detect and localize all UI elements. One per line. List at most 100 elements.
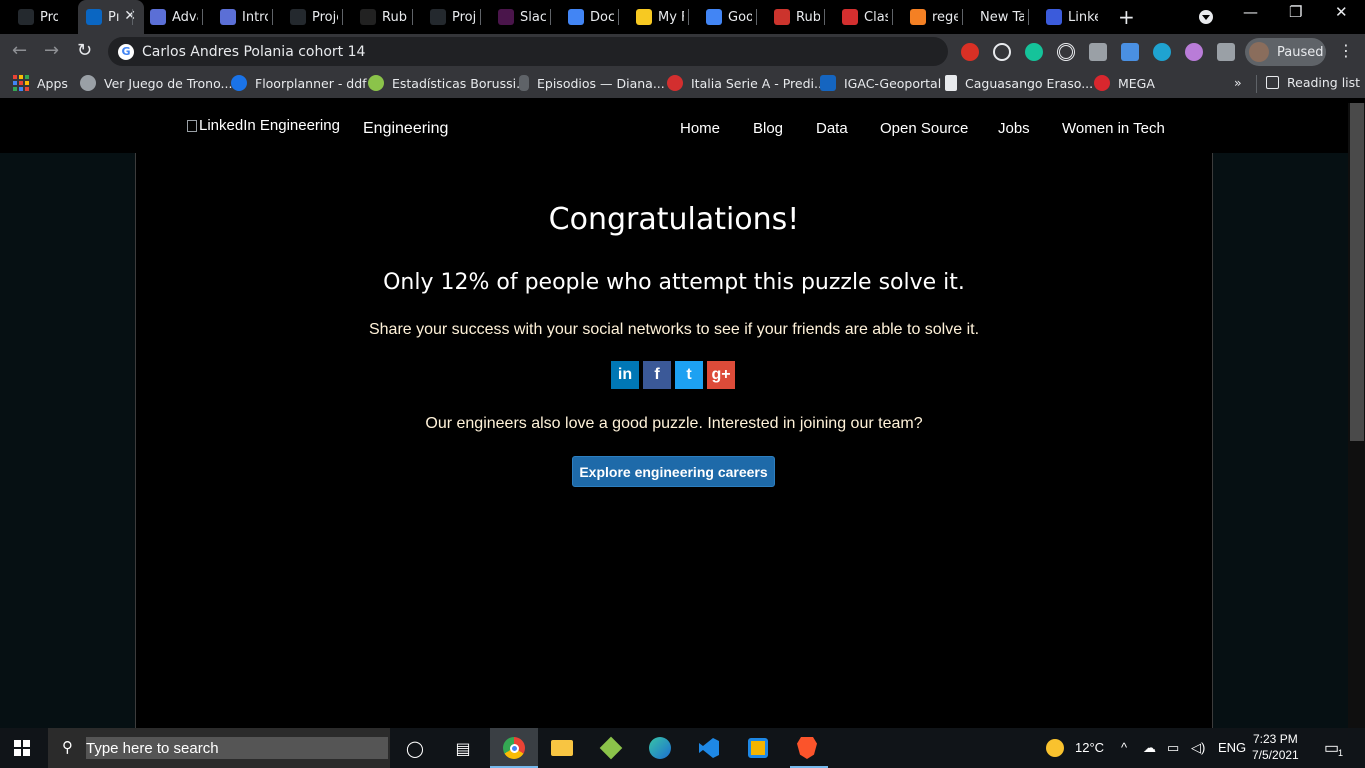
bookmark-item[interactable]: Floorplanner - ddf [231, 75, 367, 91]
tab-15[interactable]: Linke [1030, 0, 1098, 34]
windows-start-icon[interactable] [14, 740, 30, 756]
googleplus-share-icon[interactable]: g+ [707, 361, 735, 389]
bookmark-label: Floorplanner - ddf [255, 75, 367, 91]
reading-list-button[interactable]: Reading list [1266, 75, 1360, 90]
puzzle-extensions-icon[interactable] [1217, 43, 1235, 61]
weather-icon[interactable] [1043, 736, 1067, 760]
bookmark-item[interactable]: Italia Serie A - Predi... [667, 75, 826, 91]
tab-label: My Fi [658, 9, 684, 25]
nav-jobs[interactable]: Jobs [998, 120, 1030, 137]
site-navbar: LinkedIn Engineering Engineering Home Bl… [0, 103, 1348, 153]
tab-2[interactable]: Adva [134, 0, 198, 34]
bookmark-item[interactable]: Estadísticas Borussi... [368, 75, 528, 91]
task-view-icon[interactable]: ▤ [451, 736, 475, 760]
nav-data[interactable]: Data [816, 120, 848, 137]
search-input[interactable]: Type here to search [86, 737, 388, 759]
share-text: Share your success with your social netw… [368, 321, 980, 338]
tab-separator [962, 9, 963, 25]
web-page: LinkedIn Engineering Engineering Home Bl… [0, 103, 1348, 728]
trello-icon [220, 9, 236, 25]
eyes-extension-icon[interactable] [1185, 43, 1203, 61]
tab-14[interactable]: New Tab [964, 0, 1024, 34]
weather-temp[interactable]: 12°C [1075, 740, 1104, 755]
site-brand[interactable]: Engineering [363, 120, 448, 138]
tab-label: Proje [452, 9, 476, 25]
minimize-icon[interactable]: — [1243, 3, 1258, 21]
twitter-share-icon[interactable]: t [675, 361, 703, 389]
onedrive-icon[interactable]: ☁ [1143, 740, 1156, 756]
tab-11[interactable]: Ruby [758, 0, 820, 34]
address-bar[interactable]: G Carlos Andres Polania cohort 14 [108, 37, 948, 66]
battery-icon[interactable]: ▭ [1167, 740, 1179, 756]
menu-icon[interactable]: ⋮ [1338, 41, 1354, 60]
cortana-icon[interactable]: ◯ [403, 736, 427, 760]
trello-icon [150, 9, 166, 25]
tab-3[interactable]: Intro [204, 0, 268, 34]
linkedin-share-icon[interactable]: in [611, 361, 639, 389]
tab-label: Goog [728, 9, 752, 25]
tab-10[interactable]: Goog [690, 0, 752, 34]
back-icon[interactable]: ← [12, 40, 27, 61]
grammarly-icon[interactable] [1025, 43, 1043, 61]
tab-4[interactable]: Proje [274, 0, 338, 34]
chevron-up-icon[interactable]: ^ [1121, 740, 1127, 755]
tab-13[interactable]: rege [894, 0, 958, 34]
forward-icon[interactable]: → [44, 40, 59, 61]
taskbar-search[interactable]: ⚲ Type here to search [48, 728, 390, 768]
tab-12[interactable]: Class [826, 0, 888, 34]
tab-7[interactable]: Slack [482, 0, 546, 34]
tab-9[interactable]: My Fi [620, 0, 684, 34]
notifications-icon[interactable]: ▭ [1324, 738, 1339, 758]
nav-blog[interactable]: Blog [753, 120, 783, 137]
bookmark-item[interactable]: Ver Juego de Trono... [80, 75, 232, 91]
tab-separator [756, 9, 757, 25]
bookmark-apps[interactable]: Apps [13, 75, 68, 91]
copy-extension-icon[interactable] [1089, 43, 1107, 61]
bank-extension-icon[interactable] [1121, 43, 1139, 61]
profile-button[interactable]: Paused [1245, 38, 1326, 66]
vpn-extension-icon[interactable] [1153, 43, 1171, 61]
bookmark-item[interactable]: Episodios — Diana... [519, 75, 665, 91]
tab-0[interactable]: Proje [2, 0, 58, 34]
bookmark-item[interactable]: IGAC-Geoportal [820, 75, 941, 91]
nav-open-source[interactable]: Open Source [880, 120, 968, 137]
scrollbar-thumb[interactable] [1350, 103, 1364, 441]
file-explorer-icon[interactable] [550, 736, 574, 760]
git-kraken-icon[interactable] [599, 736, 623, 760]
document-icon [945, 75, 957, 91]
nav-women-in-tech[interactable]: Women in Tech [1062, 120, 1165, 137]
tab-6[interactable]: Proje [414, 0, 476, 34]
new-tab-icon[interactable]: + [1118, 5, 1135, 29]
tab-search-icon[interactable] [1199, 10, 1213, 24]
bookmarks-overflow[interactable]: » [1234, 75, 1242, 90]
react-devtools-icon[interactable] [993, 43, 1011, 61]
target-extension-icon[interactable] [1057, 43, 1075, 61]
volume-icon[interactable]: ◁) [1191, 740, 1205, 756]
nav-home[interactable]: Home [680, 120, 720, 137]
site-logo[interactable]: LinkedIn Engineering [187, 117, 340, 134]
success-rate-text: Only 12% of people who attempt this puzz… [383, 270, 965, 295]
tab-label: Pı [108, 9, 120, 25]
window-close-icon[interactable]: ✕ [1335, 3, 1348, 21]
virtualbox-icon[interactable] [746, 736, 770, 760]
miro-icon [636, 9, 652, 25]
bookmark-item[interactable]: Caguasango Eraso... [945, 75, 1093, 91]
edge-icon[interactable] [648, 736, 672, 760]
bookmark-item[interactable]: MEGA [1094, 75, 1155, 91]
adblock-extension-icon[interactable] [961, 43, 979, 61]
language-indicator[interactable]: ENG [1218, 740, 1246, 755]
vscode-icon[interactable] [697, 736, 721, 760]
clock[interactable]: 7:23 PM 7/5/2021 [1252, 731, 1299, 763]
restore-icon[interactable]: ❐ [1289, 3, 1302, 21]
clock-date: 7/5/2021 [1252, 748, 1299, 762]
facebook-share-icon[interactable]: f [643, 361, 671, 389]
brave-icon[interactable] [795, 736, 819, 760]
chrome-icon[interactable] [502, 736, 526, 760]
floorplanner-icon [231, 75, 247, 91]
reload-icon[interactable]: ↻ [77, 40, 92, 61]
explore-careers-button[interactable]: Explore engineering careers [572, 456, 775, 487]
tab-label: Docu [590, 9, 614, 25]
tab-8[interactable]: Docu [552, 0, 614, 34]
tab-5[interactable]: Rubu [344, 0, 408, 34]
class-icon [842, 9, 858, 25]
